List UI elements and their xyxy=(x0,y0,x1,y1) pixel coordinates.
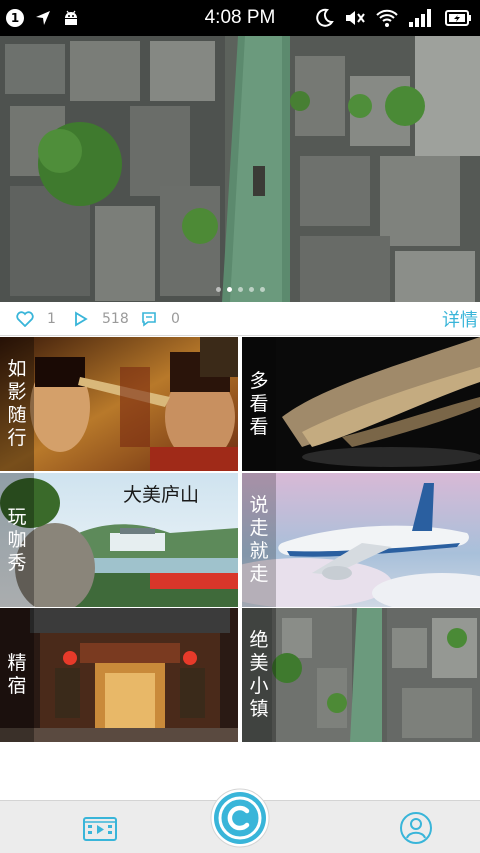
hotel-entrance-photo xyxy=(0,608,238,742)
lushan-caption: 大美庐山 xyxy=(123,484,199,506)
tile-travel[interactable]: 说走就走 xyxy=(242,473,480,607)
tile-watch-more[interactable]: 多看看 xyxy=(242,337,480,471)
comments-count: 0 xyxy=(171,310,180,327)
status-bar: 1 4:08 PM xyxy=(0,0,480,36)
carousel-dot[interactable] xyxy=(216,287,221,292)
hero-banner[interactable] xyxy=(0,36,480,302)
likes-stat[interactable]: 1 xyxy=(16,311,56,327)
stats-bar: 1 518 0 详情 xyxy=(0,302,480,336)
plays-stat[interactable]: 518 xyxy=(74,311,129,327)
aerial-canal-town-photo xyxy=(0,36,480,302)
tile-label: 如影随行 xyxy=(0,337,34,471)
carousel-dot[interactable] xyxy=(238,287,243,292)
carousel-dot[interactable] xyxy=(260,287,265,292)
tile-town[interactable]: 绝美小镇 xyxy=(242,608,480,742)
heart-icon xyxy=(16,310,34,327)
detail-link[interactable]: 详情 xyxy=(442,306,478,332)
carousel-dots xyxy=(216,287,265,292)
comments-stat[interactable]: 0 xyxy=(141,311,180,327)
copyright-logo-icon xyxy=(210,788,270,848)
nav-profile-button[interactable] xyxy=(399,811,433,849)
airplane-photo xyxy=(242,473,480,607)
tile-label: 绝美小镇 xyxy=(242,608,276,742)
comment-icon xyxy=(142,311,156,327)
bottom-nav xyxy=(0,788,480,853)
tile-label: 精宿 xyxy=(0,608,34,742)
tile-cafe[interactable]: 大美庐山 玩咖秀 xyxy=(0,473,238,607)
mute-icon xyxy=(346,11,365,25)
driftwood-photo xyxy=(242,337,480,471)
lushan-landscape-photo: 大美庐山 xyxy=(0,473,238,607)
plays-count: 518 xyxy=(102,310,129,327)
film-poster-photo xyxy=(0,337,238,471)
notification-badge-icon: 1 xyxy=(6,9,24,27)
tile-label: 说走就走 xyxy=(242,473,276,607)
battery-icon xyxy=(445,10,471,26)
carousel-dot[interactable] xyxy=(249,287,254,292)
home-center-button[interactable] xyxy=(210,788,270,852)
tile-film[interactable]: 如影随行 xyxy=(0,337,238,471)
canal-town-photo xyxy=(242,608,480,742)
play-icon xyxy=(75,310,88,327)
navigation-arrow-icon xyxy=(36,11,50,25)
tile-lodging[interactable]: 精宿 xyxy=(0,608,238,742)
tile-label: 玩咖秀 xyxy=(0,473,34,607)
likes-count: 1 xyxy=(47,310,56,327)
tile-label: 多看看 xyxy=(242,337,276,471)
signal-icon xyxy=(409,9,431,27)
carousel-dot[interactable] xyxy=(227,287,232,292)
android-icon xyxy=(65,10,77,25)
user-profile-icon xyxy=(400,812,432,844)
video-folder-icon xyxy=(83,817,117,841)
nav-videos-button[interactable] xyxy=(82,814,118,846)
wifi-icon xyxy=(376,9,398,27)
moon-icon xyxy=(316,8,334,27)
